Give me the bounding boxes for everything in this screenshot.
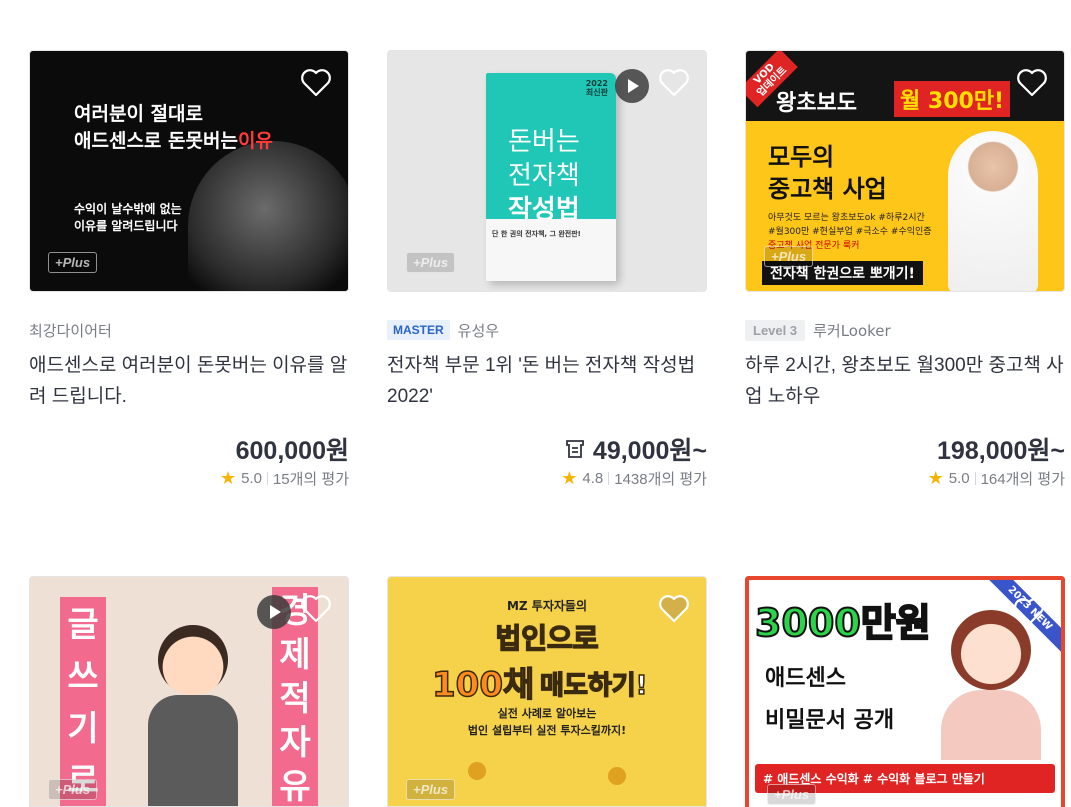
level-badge: Level 3 — [745, 319, 806, 341]
thumb-subtext-1: 아무것도 모르는 왕초보도ok #하루2시간 — [768, 213, 925, 223]
thumb-headline-2: 애드센스 — [765, 666, 846, 691]
character-body — [148, 695, 238, 806]
coin-illustration — [468, 762, 486, 780]
person-photo — [188, 141, 348, 291]
review-count: 1438개의 평가 — [614, 471, 707, 488]
product-thumbnail[interactable]: 3000만원 애드센스 비밀문서 공개 2023 NEW # 애드센스 수익화 … — [745, 576, 1065, 807]
book-title-1: 돈버는 — [508, 127, 580, 157]
thumb-vertical-3: 기 — [67, 709, 99, 749]
thumb-vertical-2: 쓰 — [67, 657, 99, 697]
master-badge: MASTER — [387, 320, 450, 340]
book-cover: 2022 최신판 돈버는 전자책 작성법 단 한 권의 전자책, 그 완전판! — [486, 73, 616, 281]
person-photo — [948, 131, 1038, 291]
thumb-headline-1: 3000만원 — [754, 600, 932, 646]
product-card[interactable]: 2022 최신판 돈버는 전자책 작성법 단 한 권의 전자책, 그 완전판! … — [387, 50, 707, 489]
thumb-vertical-6: 제 — [279, 635, 311, 675]
play-icon[interactable] — [615, 69, 649, 103]
plus-badge: +Plus — [767, 784, 817, 805]
seller-name[interactable]: 루커Looker — [813, 320, 891, 341]
review-count: 15개의 평가 — [272, 471, 349, 488]
product-thumbnail[interactable]: 여러분이 절대로 애드센스로 돈못버는이유 수익이 날수밖에 없는 이유를 알려… — [29, 50, 349, 292]
play-icon[interactable] — [257, 595, 291, 629]
thumb-headline-1: 법인으로 — [495, 621, 600, 656]
product-thumbnail[interactable]: MZ 투자자들의 법인으로 100채 매도하기! 실전 사례로 알아보는 법인 … — [387, 576, 707, 807]
thumb-headline-3: 비밀문서 공개 — [765, 708, 895, 733]
product-price: 49,000원~ — [592, 437, 707, 465]
book-year: 2022 — [585, 79, 608, 88]
plus-badge: +Plus — [48, 779, 98, 800]
thumb-headline-3: 매도하기! — [539, 670, 648, 702]
book-edition: 최신판 — [585, 88, 608, 97]
thumb-vertical-9: 유 — [279, 767, 311, 807]
product-title[interactable]: 애드센스로 여러분이 돈못버는 이유를 알려 드립니다. — [29, 350, 349, 412]
product-price: 600,000원 — [235, 437, 349, 465]
thumb-vertical-8: 자 — [279, 723, 311, 763]
star-icon: ★ — [561, 468, 578, 488]
thumb-headline-accent: 이유 — [237, 130, 273, 152]
divider — [608, 472, 610, 485]
plus-badge: +Plus — [406, 779, 456, 800]
thumb-headline-1: 여러분이 절대로 — [74, 103, 203, 125]
thumb-subtext-1: 수익이 날수밖에 없는 — [74, 202, 182, 216]
product-card[interactable]: VOD 업데이트 왕초보도 월 300만! 모두의 중고책 사업 아무것도 모르는… — [745, 50, 1065, 489]
rating-score: 4.8 — [582, 470, 604, 487]
book-title-2: 전자책 — [508, 161, 580, 191]
heart-icon[interactable] — [658, 593, 690, 623]
star-icon: ★ — [927, 468, 944, 488]
heart-icon[interactable] — [658, 67, 690, 97]
book-tagline: 단 한 권의 전자책, 그 완전판! — [492, 230, 581, 238]
seller-name[interactable]: 유성우 — [458, 320, 499, 341]
character-body — [941, 690, 1041, 760]
coin-illustration — [608, 767, 626, 785]
thumb-headline-1: 왕초보도 — [776, 91, 857, 116]
star-icon: ★ — [219, 468, 237, 488]
product-card[interactable]: 여러분이 절대로 애드센스로 돈못버는이유 수익이 날수밖에 없는 이유를 알려… — [29, 50, 349, 489]
heart-icon[interactable] — [300, 67, 332, 97]
heart-icon[interactable] — [300, 593, 332, 623]
product-thumbnail[interactable]: 글 쓰 기 로 경 제 적 자 유 +Plus — [29, 576, 349, 807]
product-price: 198,000원~ — [937, 437, 1065, 465]
rating-score: 5.0 — [241, 470, 262, 487]
review-count: 164개의 평가 — [980, 471, 1065, 488]
thumb-headline-4: 중고책 사업 — [768, 175, 887, 203]
coupon-icon — [566, 440, 584, 458]
thumb-subtext-2: 법인 설립부터 실전 투자스킬까지! — [467, 724, 627, 737]
thumb-headline-2: 월 300만! — [894, 81, 1011, 117]
plus-badge: +Plus — [764, 246, 814, 267]
thumb-subtext-1: 실전 사례로 알아보는 — [497, 707, 597, 720]
thumb-headline-2: 애드센스로 돈못버는 — [74, 130, 238, 152]
divider — [266, 472, 268, 485]
character-illustration — [158, 625, 228, 695]
thumb-headline-2: 100채 — [431, 664, 535, 706]
thumb-subtext-2: #월300만 #현실부업 #극소수 #수익인증 — [768, 227, 932, 237]
product-card[interactable]: 글 쓰 기 로 경 제 적 자 유 +Plus — [29, 576, 349, 807]
heart-icon[interactable] — [1013, 596, 1045, 626]
heart-icon[interactable] — [1016, 67, 1048, 97]
rating-score: 5.0 — [948, 470, 970, 487]
product-title[interactable]: 하루 2시간, 왕초보도 월300만 중고책 사업 노하우 — [745, 350, 1065, 412]
seller-name[interactable]: 최강다이어터 — [29, 320, 112, 341]
thumb-headline-3: 모두의 — [768, 143, 835, 171]
plus-badge: +Plus — [48, 252, 98, 273]
plus-badge: +Plus — [406, 252, 456, 273]
product-thumbnail[interactable]: 2022 최신판 돈버는 전자책 작성법 단 한 권의 전자책, 그 완전판! … — [387, 50, 707, 292]
product-card[interactable]: MZ 투자자들의 법인으로 100채 매도하기! 실전 사례로 알아보는 법인 … — [387, 576, 707, 807]
product-title[interactable]: 전자책 부문 1위 '돈 버는 전자책 작성법 2022' — [387, 350, 707, 412]
product-card[interactable]: 3000만원 애드센스 비밀문서 공개 2023 NEW # 애드센스 수익화 … — [745, 576, 1065, 807]
thumb-subtext-2: 이유를 알려드립니다 — [74, 219, 178, 233]
thumb-vertical-7: 적 — [279, 679, 311, 719]
thumb-vertical-1: 글 — [67, 605, 99, 645]
divider — [974, 472, 976, 485]
product-thumbnail[interactable]: VOD 업데이트 왕초보도 월 300만! 모두의 중고책 사업 아무것도 모르는… — [745, 50, 1065, 292]
